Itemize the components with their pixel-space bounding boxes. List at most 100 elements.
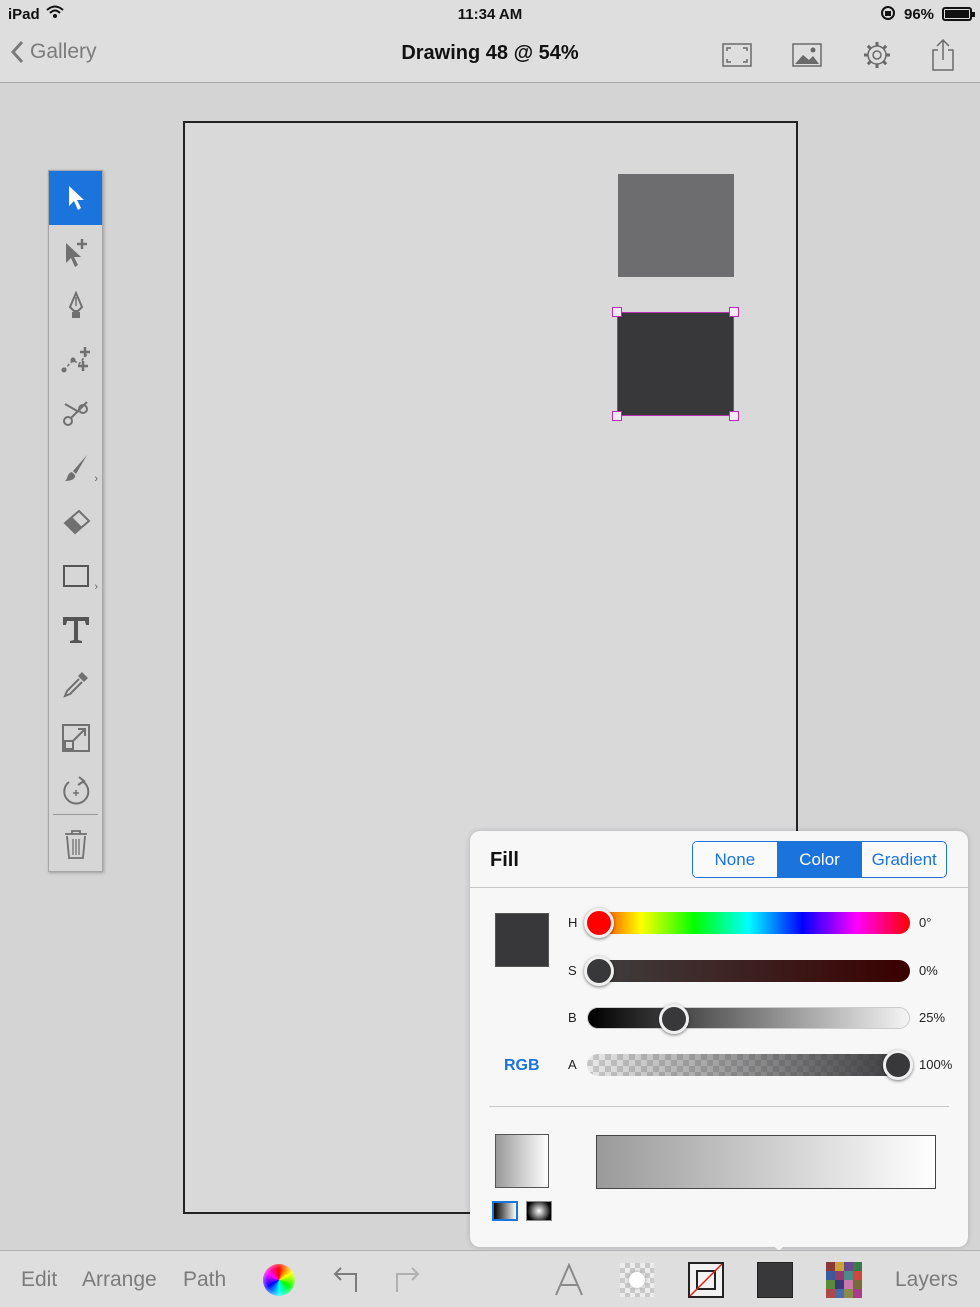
tool-eyedropper[interactable] <box>49 657 102 711</box>
color-wheel-icon <box>263 1264 295 1296</box>
arrange-menu-button[interactable]: Arrange <box>82 1268 157 1292</box>
tool-select[interactable] <box>49 171 102 225</box>
tool-palette: › › <box>48 170 103 872</box>
text-style-button[interactable] <box>549 1260 589 1300</box>
tool-transform[interactable] <box>49 711 102 765</box>
alpha-value: 100% <box>919 1057 953 1072</box>
saturation-label: S <box>568 963 577 978</box>
swatches-button[interactable] <box>824 1260 864 1300</box>
tool-brush[interactable]: › <box>49 441 102 495</box>
gear-icon <box>864 42 890 68</box>
fill-type-segmented-control: None Color Gradient <box>692 841 947 878</box>
eyedropper-icon <box>62 672 88 698</box>
settings-button[interactable] <box>859 38 895 72</box>
redo-button[interactable] <box>388 1260 428 1300</box>
brush-icon <box>64 455 87 481</box>
tool-divider <box>53 814 98 815</box>
brightness-slider-thumb[interactable] <box>659 1004 690 1034</box>
rectangle-shape-gray[interactable] <box>618 174 734 277</box>
bottom-toolbar: Edit Arrange Path Layers <box>0 1250 980 1307</box>
arrow-pointer-icon <box>68 186 84 210</box>
shadow-style-button[interactable] <box>617 1260 657 1300</box>
tool-delete[interactable] <box>49 817 102 871</box>
segment-gradient[interactable]: Gradient <box>862 842 946 877</box>
scissors-icon <box>62 401 88 426</box>
alpha-slider[interactable] <box>587 1050 913 1080</box>
battery-percent: 96% <box>904 6 935 23</box>
fit-screen-icon <box>722 43 752 67</box>
clock: 11:34 AM <box>457 6 523 23</box>
image-icon <box>792 43 822 67</box>
tool-eraser[interactable] <box>49 495 102 549</box>
eraser-icon <box>63 509 90 535</box>
rotation-lock-icon <box>880 5 896 25</box>
brightness-slider[interactable] <box>587 1004 910 1034</box>
fill-swatch-icon <box>757 1262 793 1298</box>
rgb-mode-button[interactable]: RGB <box>504 1057 540 1075</box>
rectangle-icon <box>62 565 89 587</box>
divider <box>489 1106 949 1107</box>
fit-to-screen-button[interactable] <box>719 38 755 72</box>
tool-rectangle[interactable]: › <box>49 549 102 603</box>
scale-icon <box>61 724 90 752</box>
shadow-checker-icon <box>620 1263 654 1297</box>
current-color-swatch <box>495 913 549 967</box>
status-bar: iPad 11:34 AM 96% <box>0 0 980 28</box>
stroke-none-icon <box>688 1262 724 1298</box>
undo-icon <box>333 1267 357 1292</box>
path-menu-button[interactable]: Path <box>183 1268 226 1292</box>
segment-color[interactable]: Color <box>777 842 863 877</box>
tool-text[interactable] <box>49 603 102 657</box>
tool-rotate[interactable] <box>49 765 102 819</box>
share-icon <box>932 38 954 71</box>
alpha-slider-thumb[interactable] <box>883 1050 913 1080</box>
tool-subselect[interactable] <box>49 225 102 279</box>
rotate-icon <box>62 776 89 805</box>
color-wheel-button[interactable] <box>259 1260 299 1300</box>
stroke-style-button[interactable] <box>686 1260 726 1300</box>
insert-image-button[interactable] <box>789 38 825 72</box>
document-title: Drawing 48 @ 54% <box>401 42 579 64</box>
brightness-label: B <box>568 1010 577 1025</box>
selection-handle-top-left[interactable] <box>612 307 622 317</box>
saturation-value: 0% <box>919 963 938 978</box>
alpha-label: A <box>568 1057 577 1072</box>
layers-button[interactable]: Layers <box>895 1268 958 1292</box>
selection-handle-top-right[interactable] <box>729 307 739 317</box>
redo-icon <box>396 1267 420 1292</box>
fill-popover: Fill None Color Gradient RGB H 0° S 0% B… <box>470 831 968 1247</box>
undo-button[interactable] <box>325 1260 365 1300</box>
share-button[interactable] <box>925 38 961 72</box>
hue-slider-thumb[interactable] <box>584 908 614 938</box>
saturation-slider[interactable] <box>584 956 910 986</box>
brightness-value: 25% <box>919 1010 946 1025</box>
divider <box>470 887 968 888</box>
selection-handle-bottom-left[interactable] <box>612 411 622 421</box>
hue-value: 0° <box>919 915 932 930</box>
gradient-preview-swatch <box>495 1134 549 1188</box>
fill-style-button[interactable] <box>755 1260 795 1300</box>
fill-title: Fill <box>490 849 519 871</box>
segment-none[interactable]: None <box>693 842 778 877</box>
trash-icon <box>64 830 87 859</box>
node-add-icon <box>61 347 90 373</box>
tool-add-point[interactable] <box>49 333 102 387</box>
chevron-right-icon: › <box>94 473 98 485</box>
swatches-grid-icon <box>826 1262 862 1298</box>
selection-handle-bottom-right[interactable] <box>729 411 739 421</box>
radial-gradient-button[interactable] <box>526 1201 552 1221</box>
arrow-plus-icon <box>65 239 87 267</box>
linear-gradient-button[interactable] <box>492 1201 518 1221</box>
battery-icon <box>942 7 975 21</box>
tool-scissors[interactable] <box>49 387 102 441</box>
text-t-icon <box>62 617 89 643</box>
font-a-icon <box>555 1263 583 1296</box>
saturation-slider-thumb[interactable] <box>584 956 614 986</box>
hue-slider[interactable] <box>584 908 910 938</box>
navigation-bar: Gallery Drawing 48 @ 54% <box>0 28 980 83</box>
gradient-editor-bar[interactable] <box>596 1135 936 1189</box>
chevron-right-icon: › <box>94 581 98 593</box>
edit-menu-button[interactable]: Edit <box>21 1268 57 1292</box>
rectangle-shape-selected[interactable] <box>617 312 734 416</box>
tool-pen[interactable] <box>49 279 102 333</box>
